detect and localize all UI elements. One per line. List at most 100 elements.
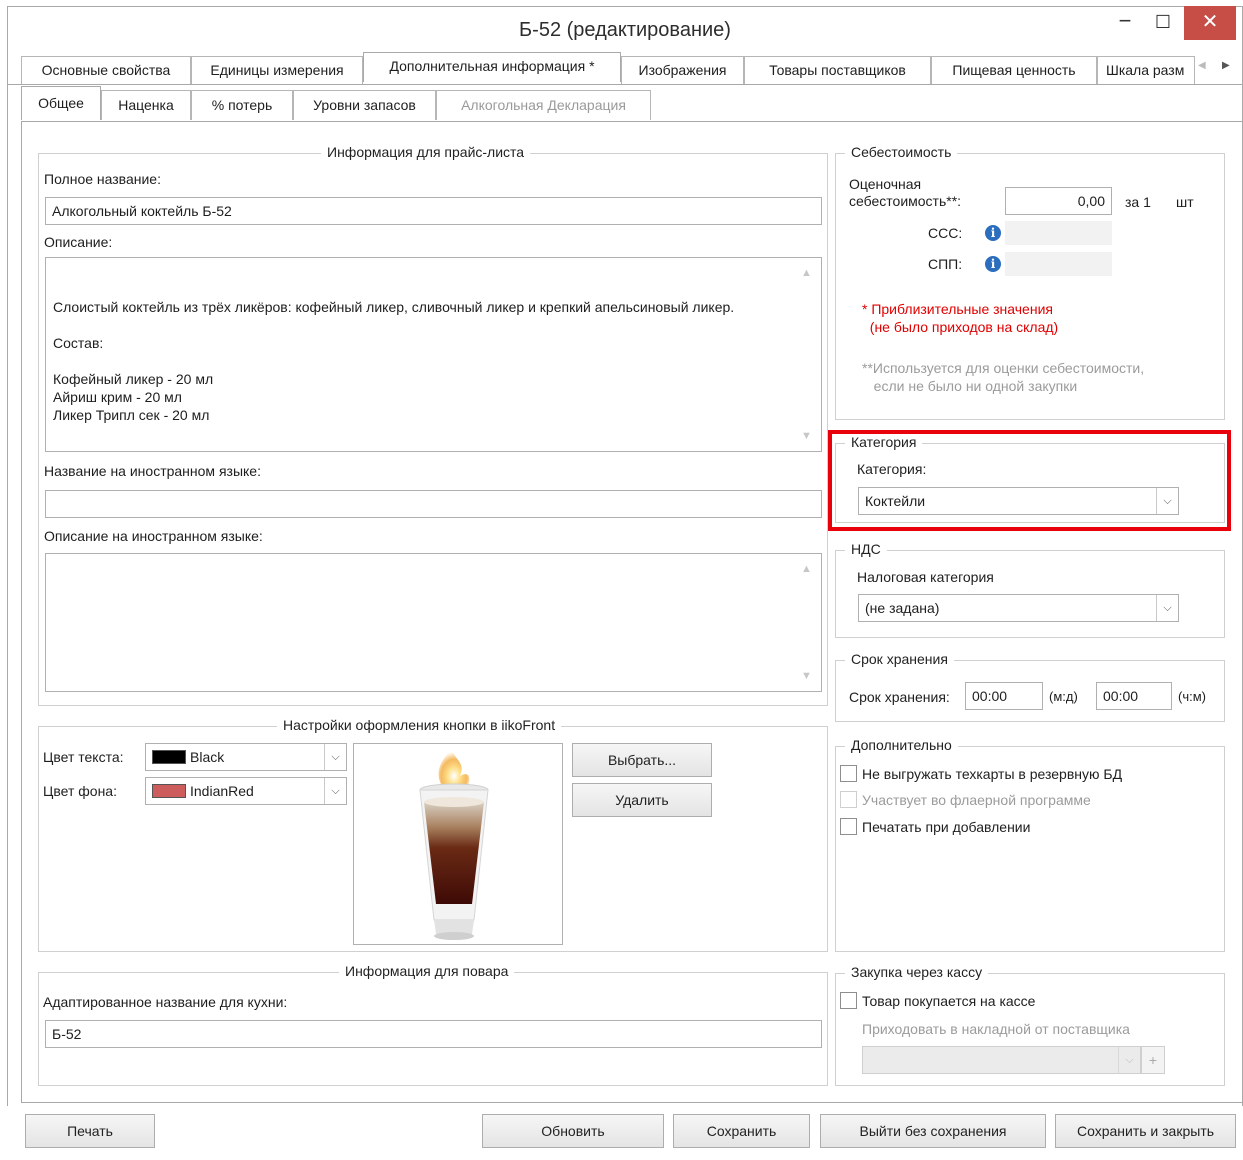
shelf-life-days-input[interactable]: 00:00: [965, 682, 1043, 710]
cook-info-title: Информация для повара: [339, 963, 515, 979]
tab-units[interactable]: Единицы измерения: [191, 56, 363, 84]
supplier-invoice-label: Приходовать в накладной от поставщика: [862, 1021, 1130, 1037]
shelf-life-hours-unit: (ч:м): [1178, 689, 1206, 704]
exit-without-saving-button[interactable]: Выйти без сохранения: [820, 1114, 1046, 1148]
full-name-input[interactable]: Алкогольный коктейль Б-52: [45, 197, 822, 225]
maximize-button[interactable]: ☐: [1143, 6, 1183, 40]
tax-category-select[interactable]: (не задана) ⌵: [858, 594, 1179, 622]
estimate-note: **Используется для оценки себестоимости,…: [862, 360, 1145, 394]
price-info-title: Информация для прайс-листа: [321, 144, 531, 160]
subtab-markup[interactable]: Наценка: [101, 90, 191, 120]
chevron-down-icon[interactable]: ⌵: [324, 744, 346, 770]
window-title: Б-52 (редактирование): [519, 19, 731, 41]
delete-image-button[interactable]: Удалить: [572, 783, 712, 817]
foreign-name-label: Название на иностранном языке:: [44, 463, 261, 479]
chevron-down-icon[interactable]: ⌵: [324, 778, 346, 804]
save-button[interactable]: Сохранить: [673, 1114, 810, 1148]
foreign-desc-textarea[interactable]: ▲ ▼: [45, 553, 822, 692]
tabs-divider: [7, 84, 1243, 85]
vat-title: НДС: [845, 541, 887, 557]
category-value: Коктейли: [865, 493, 926, 509]
bg-color-select[interactable]: IndianRed ⌵: [145, 777, 347, 805]
description-text: Слоистый коктейль из трёх ликёров: кофей…: [53, 299, 735, 423]
cpp-label: СПП:: [928, 256, 963, 272]
close-button[interactable]: ✕: [1184, 6, 1236, 40]
no-backup-checkbox[interactable]: [840, 765, 857, 782]
button-settings-title: Настройки оформления кнопки в iikoFront: [277, 717, 562, 733]
ccc-value: [1005, 221, 1112, 245]
chevron-down-icon: ⌵: [1118, 1047, 1140, 1073]
scroll-down-icon[interactable]: ▼: [801, 667, 812, 685]
tab-size-scale[interactable]: Шкала разм: [1097, 56, 1195, 84]
estimated-cost-input[interactable]: 0,00: [1005, 187, 1112, 215]
foreign-name-input[interactable]: [45, 490, 822, 518]
add-supplier-icon: +: [1141, 1046, 1165, 1074]
bg-color-swatch: [152, 784, 186, 799]
bg-color-value: IndianRed: [190, 783, 254, 799]
kitchen-name-input[interactable]: Б-52: [45, 1020, 822, 1048]
subtab-general[interactable]: Общее: [21, 86, 101, 120]
estimated-cost-label: Оценочная себестоимость**:: [849, 176, 962, 209]
shelf-life-hours-input[interactable]: 00:00: [1096, 682, 1172, 710]
cost-title: Себестоимость: [845, 144, 958, 160]
print-button[interactable]: Печать: [25, 1114, 155, 1148]
tab-supplier-goods[interactable]: Товары поставщиков: [744, 56, 931, 84]
choose-image-button[interactable]: Выбрать...: [572, 743, 712, 777]
description-scrollbar[interactable]: ▲ ▼: [795, 258, 821, 451]
tab-images[interactable]: Изображения: [621, 56, 744, 84]
save-and-close-button[interactable]: Сохранить и закрыть: [1055, 1114, 1236, 1148]
scroll-down-icon[interactable]: ▼: [801, 427, 812, 445]
bought-at-cashier-label: Товар покупается на кассе: [862, 993, 1036, 1009]
flyer-program-checkbox: [840, 791, 857, 808]
bg-color-label: Цвет фона:: [43, 783, 117, 799]
per-label: за 1: [1125, 194, 1151, 210]
subtab-losses[interactable]: % потерь: [191, 90, 293, 120]
print-on-add-label: Печатать при добавлении: [862, 819, 1031, 835]
additional-title: Дополнительно: [845, 737, 958, 753]
tab-scroll-left-icon[interactable]: ◀: [1198, 60, 1206, 71]
description-textarea[interactable]: Слоистый коктейль из трёх ликёров: кофей…: [45, 257, 822, 452]
description-label: Описание:: [44, 234, 113, 250]
shelf-life-title: Срок хранения: [845, 651, 954, 667]
text-color-swatch: [152, 750, 186, 765]
supplier-select: ⌵: [862, 1046, 1141, 1074]
tab-nutrition[interactable]: Пищевая ценность: [931, 56, 1097, 84]
kitchen-name-label: Адаптированное название для кухни:: [43, 994, 288, 1010]
category-label: Категория:: [857, 461, 927, 477]
tab-scroll-right-icon[interactable]: ▶: [1222, 60, 1230, 71]
full-name-label: Полное название:: [44, 171, 161, 187]
scroll-up-icon[interactable]: ▲: [801, 264, 812, 282]
foreign-desc-label: Описание на иностранном языке:: [44, 528, 263, 544]
text-color-select[interactable]: Black ⌵: [145, 743, 347, 771]
tax-category-value: (не задана): [865, 600, 940, 616]
cocktail-shot-image: [419, 748, 489, 940]
ccc-label: ССС:: [928, 225, 963, 241]
foreign-desc-scrollbar[interactable]: ▲ ▼: [795, 554, 821, 691]
refresh-button[interactable]: Обновить: [482, 1114, 664, 1148]
category-highlight-frame: [828, 430, 1231, 531]
scroll-up-icon[interactable]: ▲: [801, 560, 812, 578]
chevron-down-icon[interactable]: ⌵: [1156, 595, 1178, 621]
text-color-value: Black: [190, 749, 225, 765]
text-color-label: Цвет текста:: [43, 749, 124, 765]
bought-at-cashier-checkbox[interactable]: [840, 992, 857, 1009]
subtab-alcohol-declaration: Алкогольная Декларация: [436, 90, 651, 120]
no-backup-label: Не выгружать техкарты в резервную БД: [862, 766, 1123, 782]
cpp-info-icon[interactable]: i: [985, 256, 1001, 272]
cpp-value: [1005, 252, 1112, 276]
tab-main-properties[interactable]: Основные свойства: [21, 56, 191, 84]
shelf-life-days-unit: (м:д): [1049, 689, 1078, 704]
approx-note: * Приблизительные значения (не было прих…: [862, 301, 1059, 335]
subtab-stock-levels[interactable]: Уровни запасов: [293, 90, 436, 120]
flyer-program-label: Участвует во флаерной программе: [862, 792, 1091, 808]
print-on-add-checkbox[interactable]: [840, 818, 857, 835]
title-bar: Б-52 (редактирование) − ☐ ✕: [7, 6, 1243, 54]
shelf-life-label: Срок хранения:: [849, 689, 950, 705]
minimize-button[interactable]: −: [1105, 6, 1145, 40]
category-select[interactable]: Коктейли ⌵: [858, 487, 1179, 515]
purchase-title: Закупка через кассу: [845, 964, 989, 980]
chevron-down-icon[interactable]: ⌵: [1156, 488, 1178, 514]
tab-additional-info[interactable]: Дополнительная информация *: [363, 52, 621, 82]
ccc-info-icon[interactable]: i: [985, 225, 1001, 241]
unit-label: шт: [1176, 194, 1194, 210]
